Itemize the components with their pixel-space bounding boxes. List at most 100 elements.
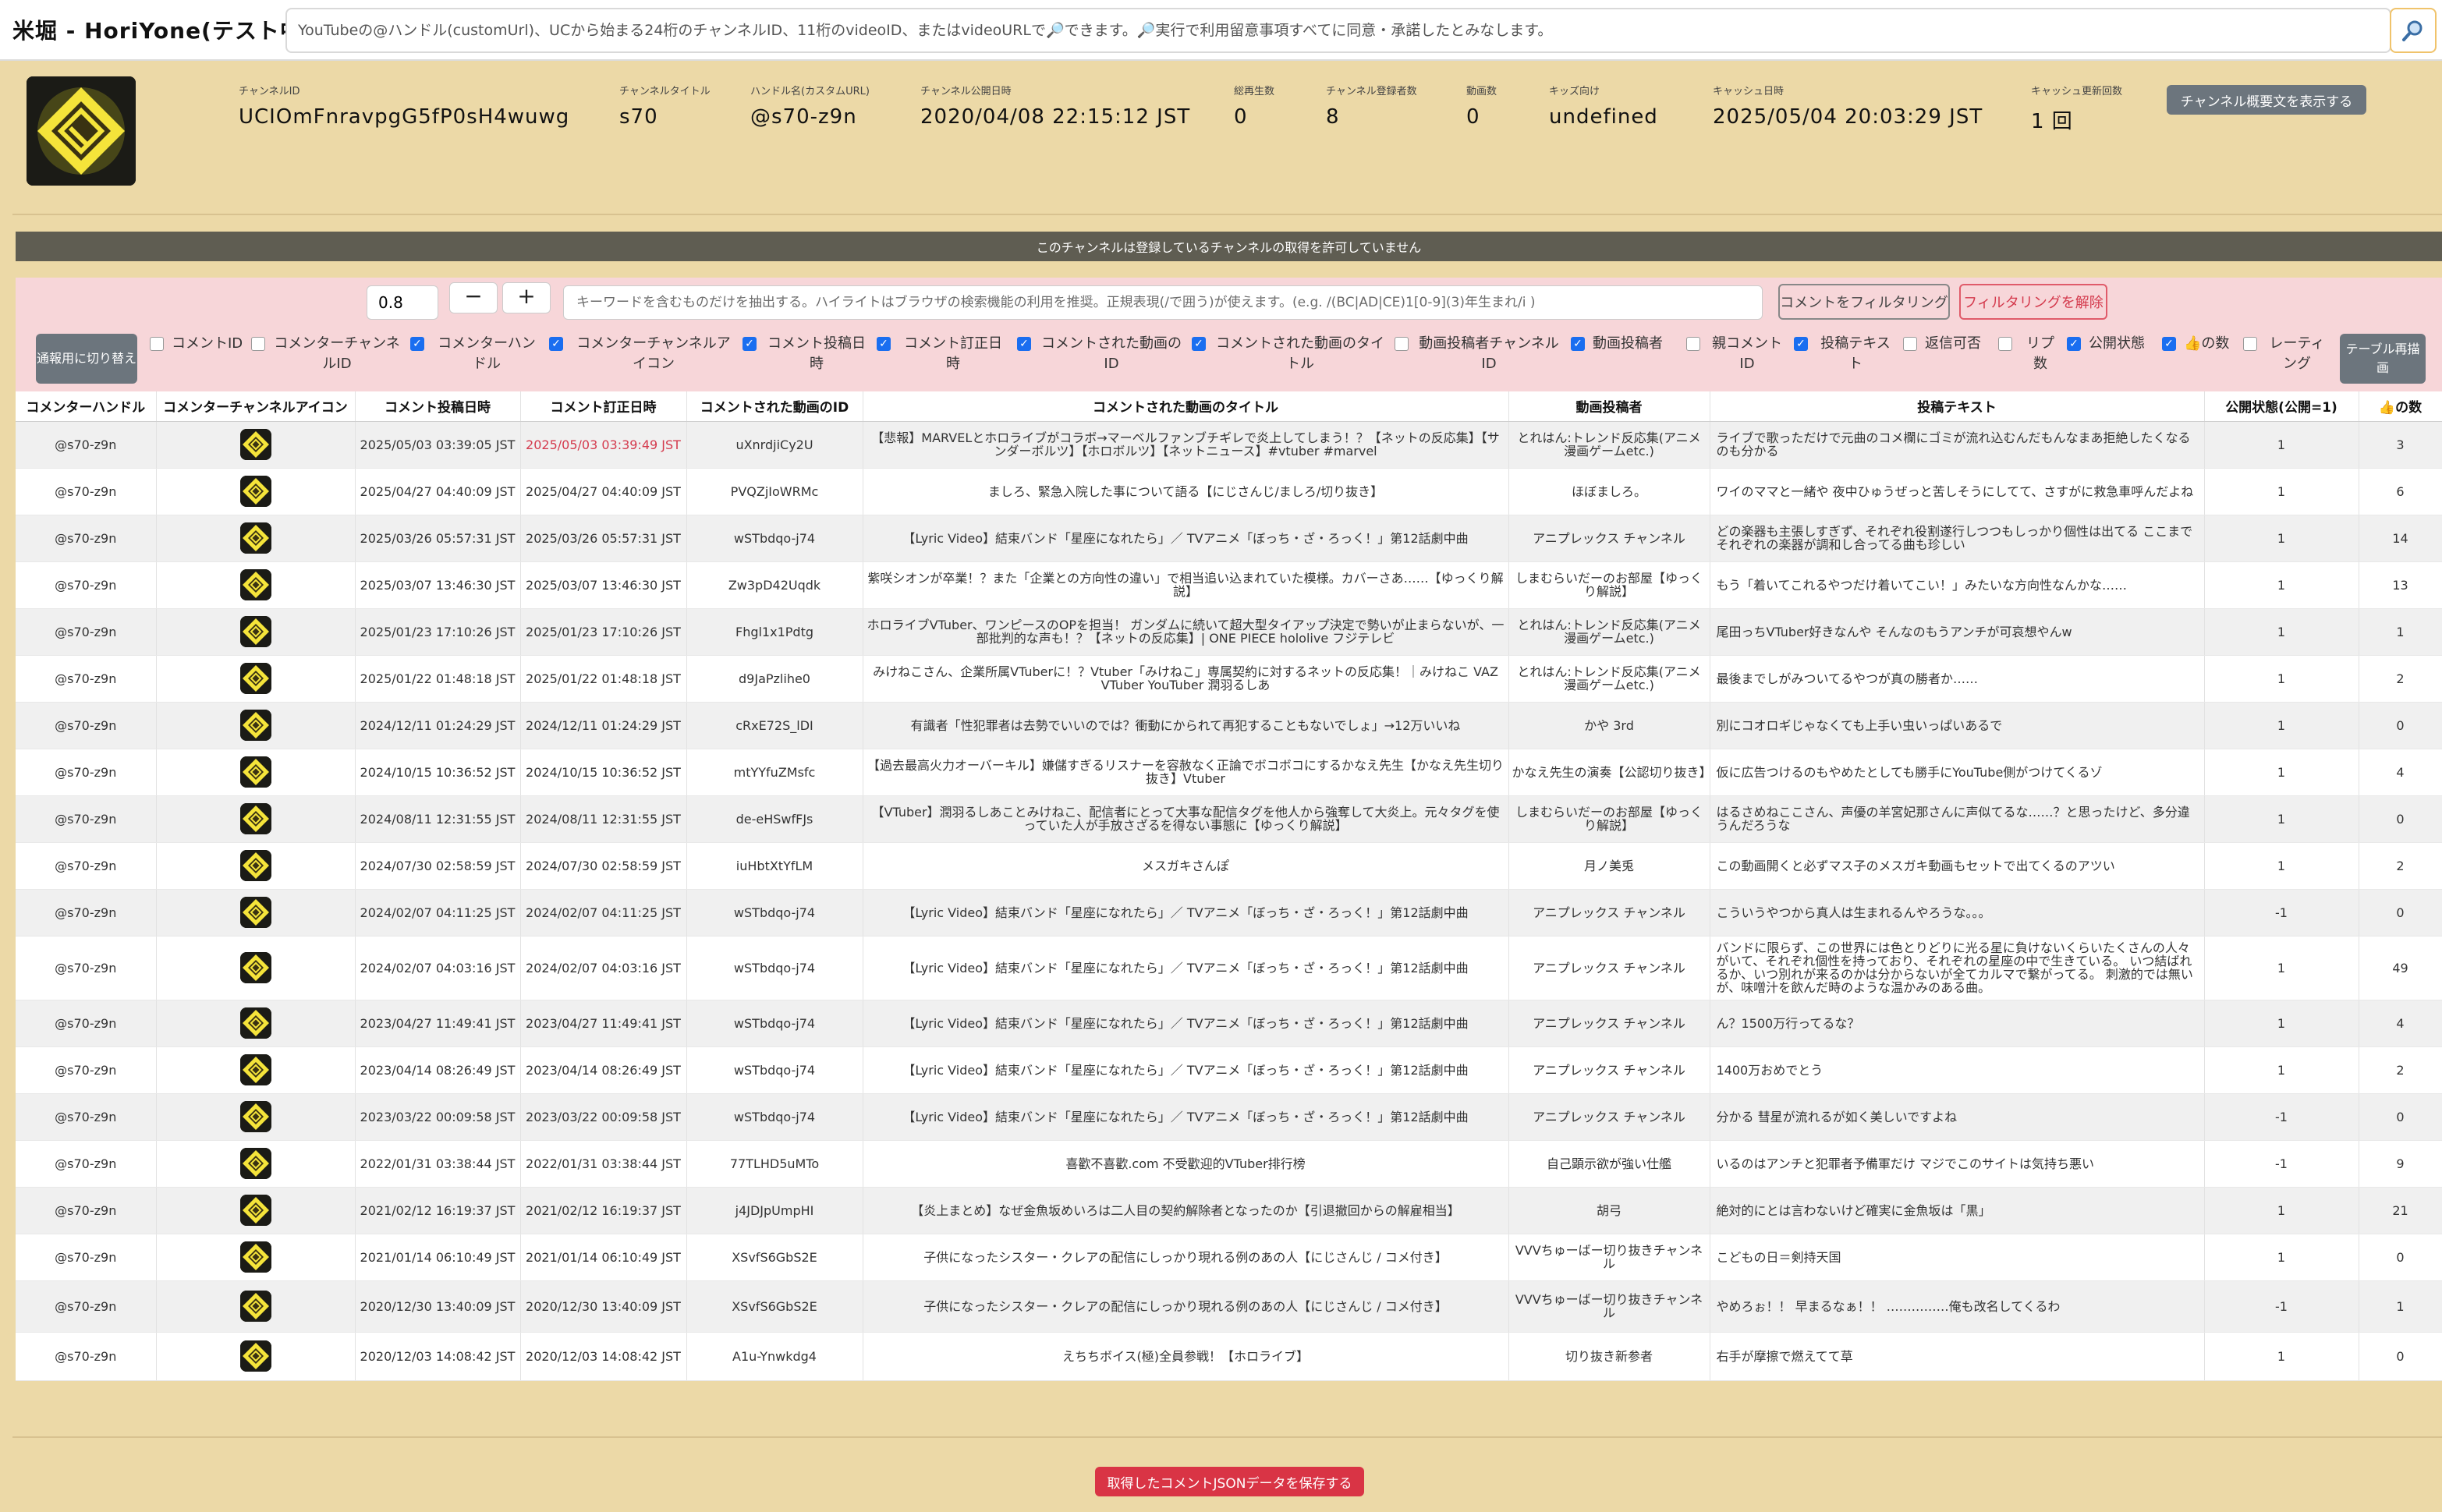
column-header[interactable]: 投稿テキスト	[1710, 391, 2205, 422]
column-toggle[interactable]: レーティング	[2243, 334, 2329, 374]
posted-date-cell: 2025/03/26 05:57:31 JST	[355, 515, 521, 562]
column-toggle-label: コメンターハンドル	[438, 335, 536, 372]
likes-cell: 0	[2359, 795, 2442, 843]
zoom-out-button[interactable]: −	[449, 282, 498, 313]
checkbox-unchecked[interactable]	[2243, 337, 2257, 351]
save-json-button[interactable]: 取得したコメントJSONデータを保存する	[1095, 1467, 1364, 1496]
uploader-cell: VVVちゅーばー切り抜きチャンネル	[1508, 1234, 1710, 1281]
commenter-icon-cell	[156, 608, 356, 656]
edited-date-cell: 2020/12/30 13:40:09 JST	[520, 1280, 687, 1333]
report-mode-toggle-button[interactable]: 通報用に切り替え	[36, 334, 137, 384]
video-count-label: 動画数	[1466, 86, 1497, 97]
commenter-avatar-icon	[239, 756, 271, 788]
column-toggle[interactable]: 動画投稿者	[1571, 334, 1671, 354]
column-header[interactable]: 動画投稿者	[1508, 391, 1710, 422]
video-id-cell: mtYYfuZMsfc	[686, 749, 863, 796]
zoom-in-button[interactable]: +	[502, 282, 551, 313]
show-description-button[interactable]: チャンネル概要文を表示する	[2167, 85, 2366, 115]
checkbox-checked[interactable]	[2067, 337, 2081, 351]
column-header[interactable]: 👍の数	[2359, 391, 2442, 422]
search-input[interactable]	[285, 8, 2391, 53]
column-header[interactable]: コメンターハンドル	[16, 391, 157, 422]
column-toggle[interactable]: コメンターチャンネルアイコン	[549, 334, 736, 374]
video-title-cell: ホロライブVTuber、ワンピースのOPを担当！ ガンダムに続いて超大型タイアッ…	[863, 608, 1509, 656]
column-header[interactable]: コメントされた動画のタイトル	[863, 391, 1509, 422]
posted-date-cell: 2025/03/07 13:46:30 JST	[355, 561, 521, 609]
column-toggle[interactable]: 公開状態	[2067, 334, 2156, 354]
checkbox-unchecked[interactable]	[1686, 337, 1700, 351]
keyword-filter-input[interactable]	[563, 285, 1763, 320]
checkbox-checked[interactable]	[743, 337, 757, 351]
posted-date-cell: 2020/12/03 14:08:42 JST	[355, 1332, 521, 1381]
zoom-input[interactable]	[367, 285, 438, 320]
table-rerender-button[interactable]: テーブル再描画	[2340, 334, 2426, 384]
commenter-avatar-icon	[239, 952, 271, 983]
video-id-cell: A1u-Ynwkdg4	[686, 1332, 863, 1381]
uploader-cell: しまむらいだーのお部屋【ゆっくり解説】	[1508, 795, 1710, 843]
likes-cell: 2	[2359, 842, 2442, 890]
edited-date-cell: 2023/03/22 00:09:58 JST	[520, 1093, 687, 1141]
table-row: @s70-z9n 2025/04/27 04:40:09 JST 2025/04/2…	[16, 468, 2442, 515]
column-toggle[interactable]: 動画投稿者チャンネルID	[1395, 334, 1561, 374]
video-title-cell: えちちボイス(極)全員参戦！【ホロライブ】	[863, 1332, 1509, 1381]
divider	[12, 214, 2442, 215]
checkbox-checked[interactable]	[1571, 337, 1585, 351]
column-header[interactable]: コメント投稿日時	[355, 391, 521, 422]
column-header[interactable]: コメント訂正日時	[520, 391, 687, 422]
column-toggle[interactable]: 親コメントID	[1686, 334, 1786, 374]
column-toggle[interactable]: リプ数	[1998, 334, 2061, 374]
video-id-cell: Fhgl1x1Pdtg	[686, 608, 863, 656]
public-status-cell: 1	[2204, 421, 2359, 469]
checkbox-checked[interactable]	[1017, 337, 1031, 351]
checkbox-checked[interactable]	[877, 337, 891, 351]
commenter-handle-cell: @s70-z9n	[16, 421, 157, 469]
total-views-value: 0	[1234, 105, 1248, 129]
cache-count-label: キャッシュ更新回数	[2031, 86, 2123, 97]
column-toggle[interactable]: コメンターハンドル	[410, 334, 541, 374]
checkbox-unchecked[interactable]	[1903, 337, 1917, 351]
column-header[interactable]: コメンターチャンネルアイコン	[156, 391, 356, 422]
column-toggle[interactable]: 👍の数	[2162, 334, 2237, 354]
comment-text-cell: 別にコオロギじゃなくても上手い虫いっぱいあるで	[1710, 702, 2205, 749]
comment-text-cell: 最後までしがみついてるやつが真の勝者か……	[1710, 655, 2205, 703]
checkbox-unchecked[interactable]	[1998, 337, 2012, 351]
column-toggle[interactable]: コメントされた動画のタイトル	[1192, 334, 1387, 374]
commenter-handle-cell: @s70-z9n	[16, 702, 157, 749]
subscribers-field: チャンネル登録者数 8	[1326, 83, 1417, 129]
checkbox-unchecked[interactable]	[251, 337, 265, 351]
column-toggle[interactable]: コメントID	[150, 334, 248, 354]
checkbox-unchecked[interactable]	[150, 337, 164, 351]
checkbox-checked[interactable]	[2162, 337, 2176, 351]
column-toggle[interactable]: コメントされた動画のID	[1017, 334, 1184, 374]
search-button[interactable]	[2390, 8, 2437, 53]
edited-date-cell: 2025/03/26 05:57:31 JST	[520, 515, 687, 562]
column-toggle[interactable]: コメント投稿日時	[743, 334, 869, 374]
column-toggle[interactable]: コメント訂正日時	[877, 334, 1008, 374]
filter-comments-button[interactable]: コメントをフィルタリング	[1778, 284, 1950, 320]
checkbox-checked[interactable]	[549, 337, 563, 351]
checkbox-unchecked[interactable]	[1395, 337, 1409, 351]
video-title-cell: 【Lyric Video】結束バンド「星座になれたら」／ TVアニメ「ぼっち・ざ…	[863, 1093, 1509, 1141]
checkbox-checked[interactable]	[410, 337, 424, 351]
column-toggle[interactable]: 返信可否	[1903, 334, 1990, 354]
commenter-icon-cell	[156, 1187, 356, 1234]
column-toggle-label: コメント投稿日時	[767, 335, 866, 372]
checkbox-checked[interactable]	[1192, 337, 1206, 351]
video-id-cell: uXnrdjiCy2U	[686, 421, 863, 469]
commenter-icon-cell	[156, 1046, 356, 1094]
checkbox-checked[interactable]	[1794, 337, 1808, 351]
column-header[interactable]: 公開状態(公開=1)	[2204, 391, 2359, 422]
column-header[interactable]: コメントされた動画のID	[686, 391, 863, 422]
column-toggle[interactable]: コメンターチャンネルID	[251, 334, 401, 374]
channel-published-label: チャンネル公開日時	[920, 86, 1012, 97]
column-toggle[interactable]: 投稿テキスト	[1794, 334, 1895, 374]
clear-filter-button[interactable]: フィルタリングを解除	[1959, 284, 2107, 320]
commenter-avatar-icon	[239, 850, 271, 881]
uploader-cell: 胡弓	[1508, 1187, 1710, 1234]
edited-date-cell: 2024/07/30 02:58:59 JST	[520, 842, 687, 890]
likes-cell: 3	[2359, 421, 2442, 469]
comment-text-cell: 絶対的にとは言わないけど確実に金魚坂は「黒」	[1710, 1187, 2205, 1234]
comment-text-cell: 仮に広告つけるのもやめたとしても勝手にYouTube側がつけてくるゾ	[1710, 749, 2205, 796]
uploader-cell: 自己顕示欲が強い仕艦	[1508, 1140, 1710, 1188]
public-status-cell: 1	[2204, 795, 2359, 843]
